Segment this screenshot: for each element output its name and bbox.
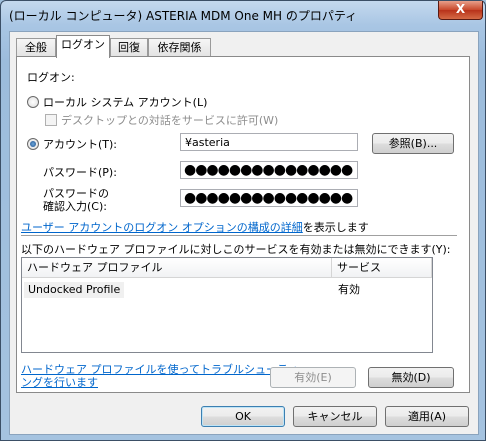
apply-button[interactable]: 適用(A) bbox=[385, 406, 469, 427]
column-header-profile[interactable]: ハードウェア プロファイル bbox=[22, 258, 332, 278]
tab-recovery[interactable]: 回復 bbox=[110, 38, 148, 57]
logon-heading: ログオン: bbox=[27, 71, 75, 84]
confirm-password-label-2: 確認入力(C): bbox=[43, 200, 107, 213]
hardware-profile-list[interactable]: ハードウェア プロファイル サービス Undocked Profile 有効 bbox=[21, 257, 433, 353]
logon-options-help-link[interactable]: ユーザー アカウントのログオン オプションの構成の詳細 bbox=[21, 221, 303, 234]
title-bar[interactable]: (ローカル コンピュータ) ASTERIA MDM One MH のプロパティ … bbox=[1, 1, 485, 29]
this-account-radio[interactable] bbox=[27, 138, 39, 150]
password-label: パスワード(P): bbox=[43, 166, 117, 179]
tab-dependencies[interactable]: 依存関係 bbox=[148, 38, 211, 57]
list-item-service[interactable]: 有効 bbox=[334, 282, 364, 298]
desktop-interact-label[interactable]: デスクトップとの対話をサービスに許可(W) bbox=[61, 112, 278, 128]
close-icon: X bbox=[455, 2, 466, 16]
account-input[interactable]: ¥asteria bbox=[180, 133, 358, 151]
tab-general[interactable]: 全般 bbox=[16, 38, 56, 57]
dialog-client: 全般 ログオン 回復 依存関係 ログオン: ローカル システム アカウント(L)… bbox=[9, 31, 479, 435]
enable-button[interactable]: 有効(E) bbox=[270, 367, 356, 388]
profile-instruction: 以下のハードウェア プロファイルに対しこのサービスを有効または無効にできます(Y… bbox=[21, 243, 451, 256]
local-system-label[interactable]: ローカル システム アカウント(L) bbox=[43, 94, 207, 110]
list-item-profile[interactable]: Undocked Profile bbox=[24, 282, 125, 298]
confirm-password-field[interactable]: ●●●●●●●●●●●●●●● bbox=[180, 189, 358, 207]
separator bbox=[21, 235, 457, 237]
ok-button[interactable]: OK bbox=[201, 406, 285, 427]
help-line: ユーザー アカウントのログオン オプションの構成の詳細を表示します bbox=[21, 219, 369, 235]
close-button[interactable]: X bbox=[438, 1, 483, 20]
desktop-interact-checkbox[interactable] bbox=[45, 114, 57, 126]
logon-panel: ログオン: ローカル システム アカウント(L) デスクトップとの対話をサービス… bbox=[16, 56, 470, 393]
password-field[interactable]: ●●●●●●●●●●●●●●● bbox=[180, 161, 358, 179]
window-title: (ローカル コンピュータ) ASTERIA MDM One MH のプロパティ bbox=[9, 9, 358, 23]
properties-window: (ローカル コンピュータ) ASTERIA MDM One MH のプロパティ … bbox=[0, 0, 486, 441]
cancel-button[interactable]: キャンセル bbox=[293, 406, 377, 427]
troubleshoot-link-line-2[interactable]: ングを行います bbox=[21, 374, 98, 390]
help-suffix: を表示します bbox=[302, 221, 369, 234]
browse-button[interactable]: 参照(B)... bbox=[372, 133, 454, 154]
disable-button[interactable]: 無効(D) bbox=[368, 367, 454, 388]
this-account-label[interactable]: アカウント(T): bbox=[43, 136, 117, 152]
column-header-service[interactable]: サービス bbox=[332, 258, 432, 278]
local-system-radio[interactable] bbox=[27, 96, 39, 108]
tab-logon[interactable]: ログオン bbox=[56, 35, 110, 58]
